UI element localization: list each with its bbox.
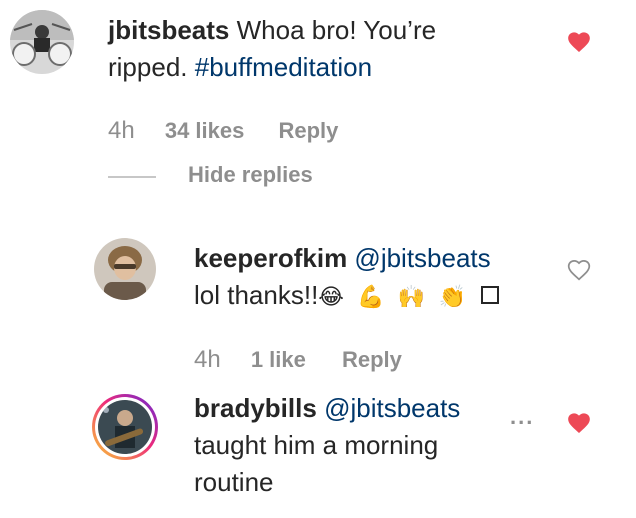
replies-divider: [108, 176, 156, 178]
comment-meta: 4h 34 likes Reply: [108, 117, 528, 145]
comment-text-jbitsbeats: jbitsbeats Whoa bro! You’re ripped. #buf…: [108, 12, 548, 86]
avatar-photo-guitarist: [98, 400, 152, 454]
text-fade-overlay: [472, 392, 512, 428]
reply-text-keeperofkim: keeperofkim @jbitsbeats lol thanks!!😂 💪 …: [194, 240, 554, 316]
mention2-link[interactable]: @jbitsbeats: [324, 393, 460, 423]
avatar-bradybills[interactable]: [92, 394, 158, 460]
reply2-body-line2: routine: [194, 467, 274, 497]
reply2-username[interactable]: bradybills: [194, 393, 317, 423]
avatar-jbitsbeats[interactable]: [10, 10, 74, 74]
avatar-photo-person: [94, 238, 156, 300]
hide-replies-button[interactable]: Hide replies: [188, 162, 313, 188]
reply2-body-line1: taught him a morning: [194, 430, 439, 460]
heart-outline-icon[interactable]: [566, 257, 592, 281]
comment-body-line1: Whoa bro! You’re: [236, 15, 437, 45]
reply-likes-count[interactable]: 1 like: [251, 347, 306, 372]
reply-body: lol thanks!!: [194, 280, 319, 310]
likes-count[interactable]: 34 likes: [165, 118, 245, 143]
reply-button[interactable]: Reply: [278, 118, 338, 143]
mention-link[interactable]: @jbitsbeats: [354, 243, 490, 273]
reply-text-bradybills: bradybills @jbitsbeats taught him a morn…: [194, 390, 494, 501]
reply-meta: 4h 1 like Reply: [194, 346, 554, 374]
reply-username[interactable]: keeperofkim: [194, 243, 347, 273]
emoji-joy: 😂: [318, 285, 345, 310]
comment-timestamp[interactable]: 4h: [108, 117, 135, 144]
emoji-clapping-hands: 👏: [438, 285, 466, 310]
heart-liked-icon-2[interactable]: [566, 410, 592, 434]
hashtag-link[interactable]: #buffmeditation: [195, 52, 372, 82]
emoji-flexed-biceps: 💪: [357, 285, 385, 310]
heart-liked-icon[interactable]: [566, 29, 592, 53]
avatar-keeperofkim[interactable]: [94, 238, 156, 300]
comment-body-line2: ripped.: [108, 52, 195, 82]
reply-reply-button[interactable]: Reply: [342, 347, 402, 372]
emoji-raised-hands: 🙌: [397, 285, 426, 310]
unsupported-glyph-icon: [481, 286, 500, 305]
avatar-photo-drummer: [10, 10, 74, 74]
more-options-button[interactable]: ...: [510, 404, 534, 430]
comment-username[interactable]: jbitsbeats: [108, 15, 229, 45]
reply-timestamp[interactable]: 4h: [194, 346, 221, 373]
